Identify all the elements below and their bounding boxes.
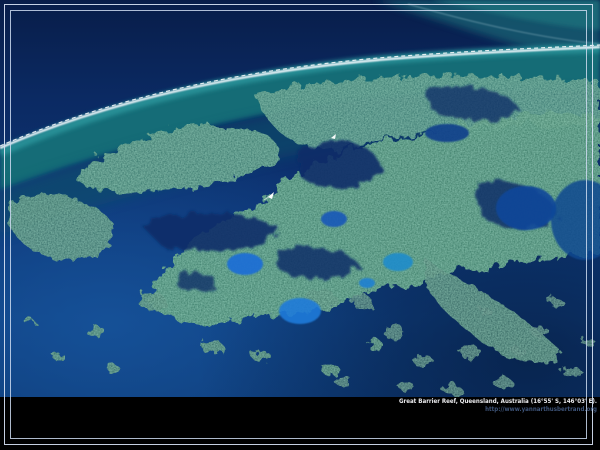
caption-location-text: Great Barrier Reef, Queensland, Australi…	[399, 397, 597, 405]
photo-caption-block: Great Barrier Reef, Queensland, Australi…	[399, 397, 597, 413]
wallpaper-screen: Great Barrier Reef, Queensland, Australi…	[0, 0, 600, 450]
caption-credit-url: http://www.yannarthusbertrand.org	[399, 405, 597, 413]
reef-photo	[0, 0, 600, 397]
reef-photo-illustration	[0, 0, 600, 397]
